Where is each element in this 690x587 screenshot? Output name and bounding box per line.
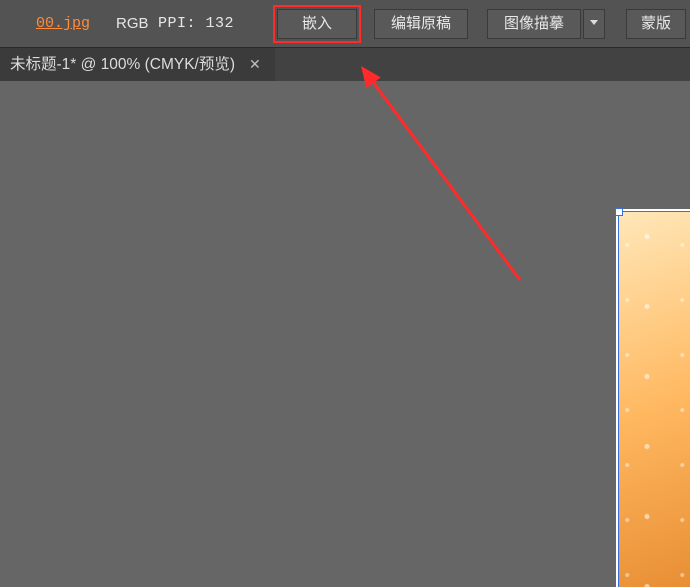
selection-handle-top-left[interactable]: [615, 208, 623, 216]
image-trace-dropdown[interactable]: [583, 9, 605, 39]
mask-button[interactable]: 蒙版: [626, 9, 686, 39]
ppi-label: PPI: 132: [158, 15, 234, 32]
document-tab-strip: 未标题-1* @ 100% (CMYK/预览) ✕: [0, 48, 690, 82]
embed-button[interactable]: 嵌入: [277, 9, 357, 39]
color-mode-label: RGB: [116, 15, 149, 32]
options-bar: 00.jpg RGB PPI: 132 嵌入 编辑原稿 图像描摹 蒙版: [0, 0, 690, 48]
close-icon[interactable]: ✕: [249, 48, 261, 81]
linked-file-name[interactable]: 00.jpg: [36, 15, 90, 32]
edit-original-button[interactable]: 编辑原稿: [374, 9, 468, 39]
image-trace-button[interactable]: 图像描摹: [487, 9, 581, 39]
document-tab-title: 未标题-1* @ 100% (CMYK/预览): [10, 48, 235, 81]
chevron-down-icon: [590, 20, 598, 25]
document-tab-active[interactable]: 未标题-1* @ 100% (CMYK/预览) ✕: [0, 48, 275, 81]
canvas-area[interactable]: [0, 81, 690, 587]
placed-image[interactable]: [619, 212, 690, 587]
